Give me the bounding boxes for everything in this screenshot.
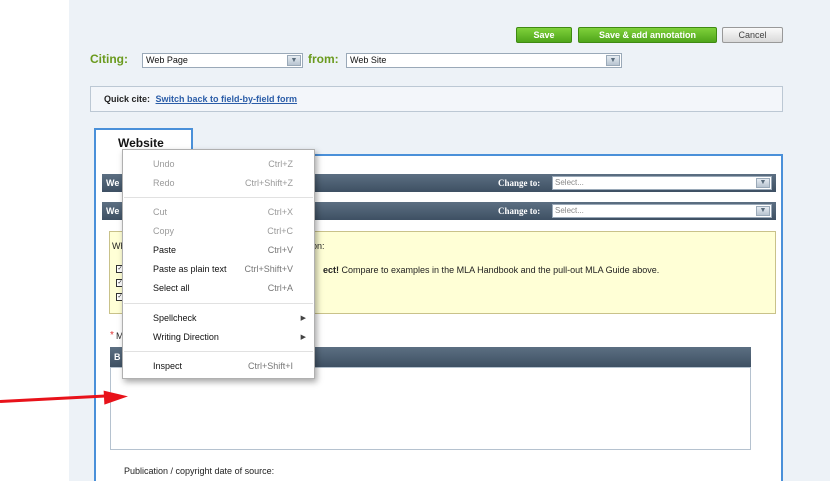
menu-item-redo[interactable]: Redo Ctrl+Shift+Z (123, 174, 314, 193)
chevron-down-icon: ▼ (606, 55, 620, 66)
change-to-label: Change to: (498, 178, 541, 188)
menu-item-shortcut: Ctrl+X (267, 207, 293, 217)
change-to-select[interactable]: Select... ▼ (552, 176, 772, 190)
cancel-button[interactable]: Cancel (722, 27, 783, 43)
menu-item-label: Inspect (153, 361, 183, 371)
text-editor-area[interactable] (110, 367, 751, 450)
menu-item-label: Writing Direction (153, 332, 219, 342)
menu-separator (124, 303, 313, 304)
row-label: We (106, 178, 120, 188)
quick-cite-bar: Quick cite: Switch back to field-by-fiel… (90, 86, 783, 112)
menu-item-writing-direction[interactable]: Writing Direction ▶ (123, 328, 314, 347)
change-to-placeholder: Select... (555, 206, 584, 215)
menu-item-cut[interactable]: Cut Ctrl+X (123, 203, 314, 222)
menu-item-shortcut: Ctrl+V (267, 245, 293, 255)
menu-item-spellcheck[interactable]: Spellcheck ▶ (123, 309, 314, 328)
menu-item-inspect[interactable]: Inspect Ctrl+Shift+I (123, 357, 314, 376)
from-select-value: Web Site (350, 55, 387, 65)
menu-item-label: Copy (153, 226, 175, 236)
submenu-arrow-icon: ▶ (300, 315, 306, 322)
menu-item-select-all[interactable]: Select all Ctrl+A (123, 279, 314, 298)
menu-separator (124, 351, 313, 352)
change-to-select[interactable]: Select... ▼ (552, 204, 772, 218)
editor-toolbar-label: B (114, 352, 121, 362)
menu-item-shortcut: Ctrl+Shift+Z (244, 178, 293, 188)
notice-bold-text: ect! (323, 265, 340, 275)
menu-item-shortcut: Ctrl+Shift+I (247, 361, 293, 371)
menu-item-label: Paste (153, 245, 177, 255)
menu-item-label: Cut (153, 207, 168, 217)
notice-rest-text: Compare to examples in the MLA Handbook … (339, 265, 660, 275)
menu-item-label: Paste as plain text (153, 264, 227, 274)
menu-item-shortcut: Ctrl+C (267, 226, 293, 236)
menu-item-shortcut: Ctrl+Z (268, 159, 293, 169)
chevron-down-icon: ▼ (756, 206, 770, 216)
change-to-placeholder: Select... (555, 178, 584, 187)
context-menu: Undo Ctrl+Z Redo Ctrl+Shift+Z Cut Ctrl+X… (122, 149, 315, 379)
from-select[interactable]: Web Site ▼ (346, 53, 622, 68)
menu-item-label: Redo (153, 178, 175, 188)
from-label: from: (308, 52, 339, 66)
save-and-add-annotation-button[interactable]: Save & add annotation (578, 27, 717, 43)
switch-form-link[interactable]: Switch back to field-by-field form (156, 94, 298, 104)
menu-item-paste[interactable]: Paste Ctrl+V (123, 241, 314, 260)
change-to-label: Change to: (498, 206, 541, 216)
menu-item-undo[interactable]: Undo Ctrl+Z (123, 155, 314, 174)
row-label: We (106, 206, 120, 216)
submenu-arrow-icon: ▶ (300, 334, 306, 341)
menu-item-label: Undo (153, 159, 175, 169)
save-button[interactable]: Save (516, 27, 572, 43)
citing-select-value: Web Page (146, 55, 188, 65)
publication-date-label: Publication / copyright date of source: (124, 466, 275, 476)
menu-item-label: Spellcheck (153, 313, 197, 323)
citing-label: Citing: (90, 52, 128, 66)
menu-item-shortcut: Ctrl+Shift+V (244, 264, 293, 274)
menu-separator (124, 197, 313, 198)
chevron-down-icon: ▼ (756, 178, 770, 188)
quick-cite-label: Quick cite: (104, 94, 151, 104)
menu-item-paste-plain-text[interactable]: Paste as plain text Ctrl+Shift+V (123, 260, 314, 279)
citing-select[interactable]: Web Page ▼ (142, 53, 303, 68)
menu-item-label: Select all (153, 283, 190, 293)
red-arrow-head-icon (103, 389, 129, 405)
chevron-down-icon: ▼ (287, 55, 301, 66)
menu-item-copy[interactable]: Copy Ctrl+C (123, 222, 314, 241)
notice-text: ect! Compare to examples in the MLA Hand… (323, 265, 659, 275)
menu-item-shortcut: Ctrl+A (267, 283, 293, 293)
required-asterisk: * (110, 330, 114, 341)
